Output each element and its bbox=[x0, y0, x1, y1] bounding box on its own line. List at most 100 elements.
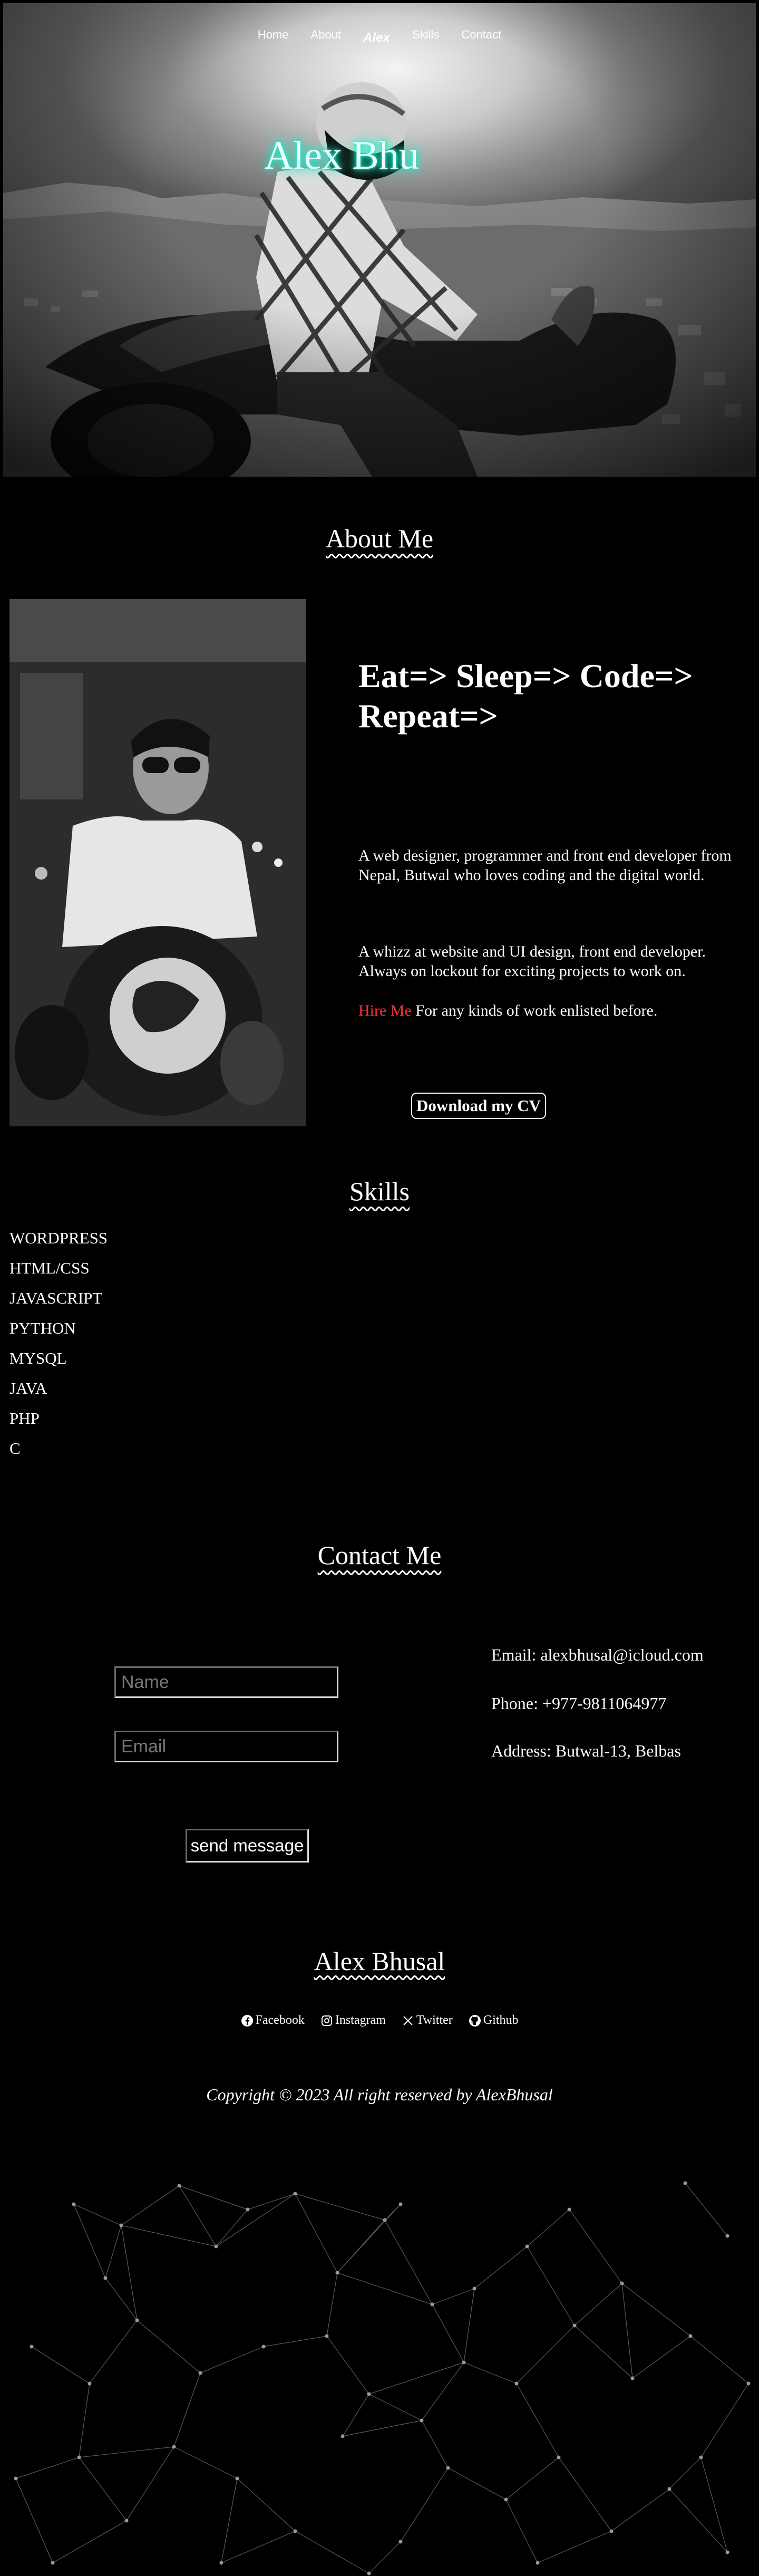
network-node bbox=[420, 2418, 424, 2423]
network-link bbox=[432, 2288, 475, 2305]
skill-item: WORDPRESS bbox=[9, 1229, 108, 1247]
network-node bbox=[198, 2371, 202, 2375]
hire-me-link[interactable]: Hire Me bbox=[358, 1002, 412, 1019]
social-facebook-link[interactable]: Facebook bbox=[241, 2013, 305, 2028]
network-node bbox=[72, 2202, 76, 2206]
network-node bbox=[119, 2223, 123, 2227]
network-link bbox=[137, 2320, 201, 2374]
email-field[interactable] bbox=[114, 1731, 338, 1762]
social-twitter-link[interactable]: Twitter bbox=[402, 2013, 453, 2028]
nav-brand-logo[interactable]: Alex bbox=[363, 31, 390, 45]
network-node bbox=[609, 2529, 614, 2533]
network-link bbox=[558, 2457, 612, 2532]
network-node bbox=[135, 2318, 139, 2322]
network-link bbox=[621, 2283, 633, 2379]
download-cv-button[interactable]: Download my CV bbox=[411, 1093, 546, 1119]
network-link bbox=[342, 2394, 369, 2437]
network-link bbox=[527, 2246, 575, 2326]
network-node bbox=[30, 2345, 34, 2349]
about-headline: Eat=> Sleep=> Code=> Repeat=> bbox=[358, 657, 693, 735]
network-link bbox=[632, 2336, 691, 2379]
send-message-button[interactable]: send message bbox=[186, 1829, 309, 1863]
network-link bbox=[337, 2204, 401, 2273]
copyright-text: Copyright © 2023 All right reserved by A… bbox=[206, 2085, 553, 2104]
network-link bbox=[516, 2325, 575, 2384]
network-node bbox=[293, 2529, 297, 2533]
network-link bbox=[516, 2383, 559, 2458]
network-link bbox=[79, 2446, 174, 2458]
network-node bbox=[77, 2455, 81, 2459]
network-link bbox=[79, 2457, 127, 2521]
network-link bbox=[669, 2457, 702, 2490]
network-link bbox=[368, 2541, 401, 2574]
network-link bbox=[126, 2446, 174, 2521]
network-link bbox=[505, 2499, 538, 2563]
about-paragraph-skills: A whizz at website and UI design, front … bbox=[358, 943, 706, 980]
network-link bbox=[295, 2193, 385, 2221]
nav-about[interactable]: About bbox=[311, 28, 342, 42]
network-node bbox=[87, 2381, 92, 2386]
network-node bbox=[630, 2376, 635, 2380]
network-node bbox=[340, 2434, 345, 2438]
skill-item: PHP bbox=[9, 1409, 40, 1427]
network-node bbox=[504, 2497, 508, 2502]
network-node bbox=[367, 2571, 371, 2575]
network-link bbox=[295, 2193, 338, 2273]
network-link bbox=[368, 2362, 464, 2395]
hero-title: Alex Bhu bbox=[264, 133, 419, 178]
network-link bbox=[384, 2204, 401, 2221]
skill-item: C bbox=[9, 1439, 21, 1458]
social-instagram-link[interactable]: Instagram bbox=[320, 2013, 386, 2028]
network-node bbox=[293, 2192, 297, 2196]
network-link bbox=[89, 2320, 138, 2384]
network-link bbox=[73, 2204, 106, 2279]
footer-name: Alex Bhusal bbox=[314, 1946, 445, 1976]
network-link bbox=[505, 2457, 559, 2500]
network-link bbox=[221, 2478, 238, 2563]
network-link bbox=[200, 2346, 264, 2374]
about-paragraph-intro: A web designer, programmer and front end… bbox=[358, 847, 732, 884]
network-link bbox=[463, 2362, 517, 2384]
about-portrait-photo bbox=[9, 599, 306, 1126]
network-link bbox=[237, 2478, 296, 2532]
contact-email: Email: alexbhusal@icloud.com bbox=[491, 1645, 704, 1664]
network-link bbox=[263, 2336, 327, 2347]
skill-item: JAVASCRIPT bbox=[9, 1289, 103, 1307]
network-link bbox=[574, 2325, 633, 2379]
about-hire-line: Hire Me For any kinds of work enlisted b… bbox=[358, 1001, 738, 1020]
network-link bbox=[52, 2520, 127, 2563]
network-link bbox=[105, 2225, 122, 2279]
network-link bbox=[574, 2283, 622, 2326]
top-nav: Home About Alex Skills Contact bbox=[0, 27, 759, 45]
nav-home[interactable]: Home bbox=[258, 28, 289, 42]
network-node bbox=[124, 2519, 129, 2523]
network-node bbox=[536, 2561, 540, 2565]
network-node bbox=[335, 2271, 339, 2275]
network-link bbox=[326, 2336, 369, 2395]
nav-skills[interactable]: Skills bbox=[412, 28, 439, 42]
network-link bbox=[216, 2193, 296, 2247]
contact-address: Address: Butwal-13, Belbas bbox=[491, 1741, 681, 1760]
network-node bbox=[725, 2234, 729, 2238]
name-field[interactable] bbox=[114, 1666, 338, 1698]
network-link bbox=[295, 2531, 369, 2574]
network-link bbox=[179, 2185, 217, 2247]
social-github-link[interactable]: Github bbox=[469, 2013, 518, 2028]
network-link bbox=[216, 2209, 248, 2247]
github-icon bbox=[469, 2014, 481, 2027]
hire-text: For any kinds of work enlisted before. bbox=[411, 1002, 658, 1019]
skills-list: WORDPRESS HTML/CSS JAVASCRIPT PYTHON MYS… bbox=[9, 1229, 108, 1469]
network-node bbox=[214, 2244, 218, 2249]
network-link bbox=[421, 2362, 464, 2421]
network-node bbox=[525, 2244, 529, 2249]
network-node bbox=[51, 2561, 55, 2565]
network-node bbox=[620, 2281, 624, 2285]
network-link bbox=[432, 2304, 464, 2363]
nav-contact[interactable]: Contact bbox=[461, 28, 501, 42]
network-node bbox=[462, 2360, 466, 2365]
network-node bbox=[567, 2207, 571, 2212]
network-node bbox=[667, 2487, 672, 2491]
network-node bbox=[172, 2445, 176, 2449]
network-link bbox=[15, 2457, 80, 2479]
network-link bbox=[368, 2394, 422, 2421]
